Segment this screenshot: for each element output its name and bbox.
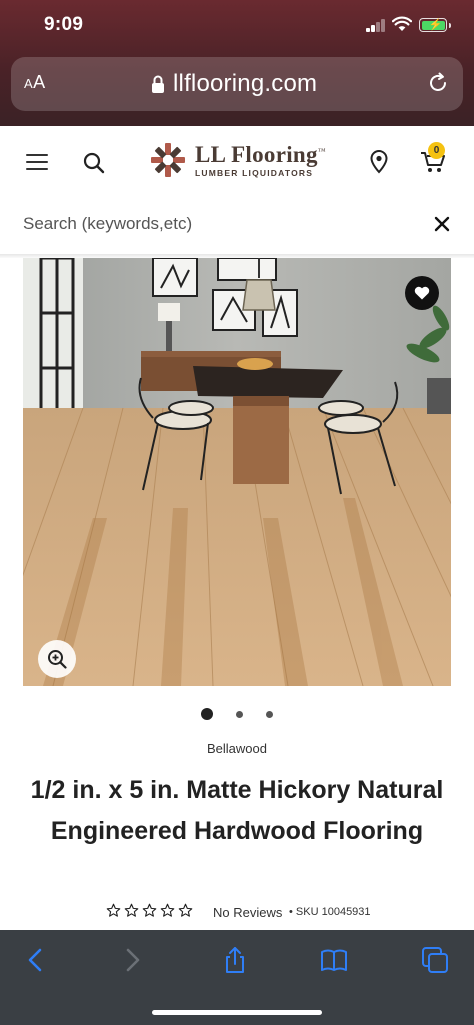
search-input[interactable]: Search (keywords,etc) bbox=[23, 214, 192, 234]
bookmarks-icon[interactable] bbox=[320, 946, 348, 974]
star-icon bbox=[124, 903, 139, 917]
logo-title: LL Flooring™ bbox=[195, 141, 326, 167]
forward-icon[interactable] bbox=[118, 946, 146, 974]
share-icon[interactable] bbox=[221, 946, 249, 974]
lock-icon bbox=[152, 75, 164, 93]
site-logo[interactable]: LL Flooring™ LUMBER LIQUIDATORS bbox=[150, 142, 326, 178]
address-bar[interactable]: AA llflooring.com bbox=[11, 57, 463, 111]
home-indicator bbox=[152, 1010, 322, 1015]
reload-icon[interactable] bbox=[427, 72, 449, 94]
cart-count-badge: 0 bbox=[428, 142, 445, 159]
wifi-icon bbox=[392, 16, 412, 31]
star-icon bbox=[160, 903, 175, 917]
star-icon bbox=[142, 903, 157, 917]
rating-stars[interactable] bbox=[106, 903, 193, 918]
search-icon[interactable] bbox=[83, 152, 105, 174]
location-pin-icon[interactable] bbox=[370, 150, 388, 174]
hamburger-icon[interactable] bbox=[26, 154, 48, 172]
url-display[interactable]: llflooring.com bbox=[151, 70, 317, 98]
carousel-dot-active[interactable] bbox=[201, 708, 213, 720]
logo-subtitle: LUMBER LIQUIDATORS bbox=[195, 167, 314, 178]
heart-icon bbox=[414, 286, 430, 300]
status-bar: 9:09 ⚡ bbox=[0, 0, 474, 50]
carousel-dot[interactable] bbox=[266, 711, 273, 718]
site-search-bar[interactable]: Search (keywords,etc) bbox=[0, 202, 474, 254]
trademark-mark: ™ bbox=[317, 146, 326, 156]
rating-row: No Reviews • SKU 10045931 bbox=[0, 903, 474, 923]
cellular-signal-icon bbox=[366, 19, 386, 32]
carousel-dot[interactable] bbox=[236, 711, 243, 718]
tabs-icon[interactable] bbox=[421, 946, 449, 974]
site-header: LL Flooring™ LUMBER LIQUIDATORS 0 bbox=[0, 126, 474, 202]
star-icon bbox=[178, 903, 193, 917]
battery-icon: ⚡ bbox=[419, 18, 451, 32]
close-icon[interactable] bbox=[434, 216, 450, 232]
product-sku: • SKU 10045931 bbox=[289, 906, 371, 918]
back-icon[interactable] bbox=[22, 946, 50, 974]
sku-value: SKU 10045931 bbox=[295, 906, 371, 918]
zoom-button[interactable] bbox=[38, 640, 76, 678]
product-brand[interactable]: Bellawood bbox=[0, 741, 474, 756]
wishlist-button[interactable] bbox=[405, 276, 439, 310]
logo-mark-icon bbox=[151, 143, 185, 177]
product-image[interactable] bbox=[23, 258, 451, 686]
zoom-in-icon bbox=[48, 650, 67, 669]
reviews-link[interactable]: No Reviews bbox=[213, 905, 282, 920]
product-title: 1/2 in. x 5 in. Matte Hickory Natural En… bbox=[30, 776, 444, 845]
url-text: llflooring.com bbox=[173, 70, 318, 97]
star-icon bbox=[106, 903, 121, 917]
status-time: 9:09 bbox=[44, 14, 84, 35]
text-size-button[interactable]: AA bbox=[24, 72, 46, 93]
browser-top-bar: 9:09 ⚡ AA llflooring.com bbox=[0, 0, 474, 126]
